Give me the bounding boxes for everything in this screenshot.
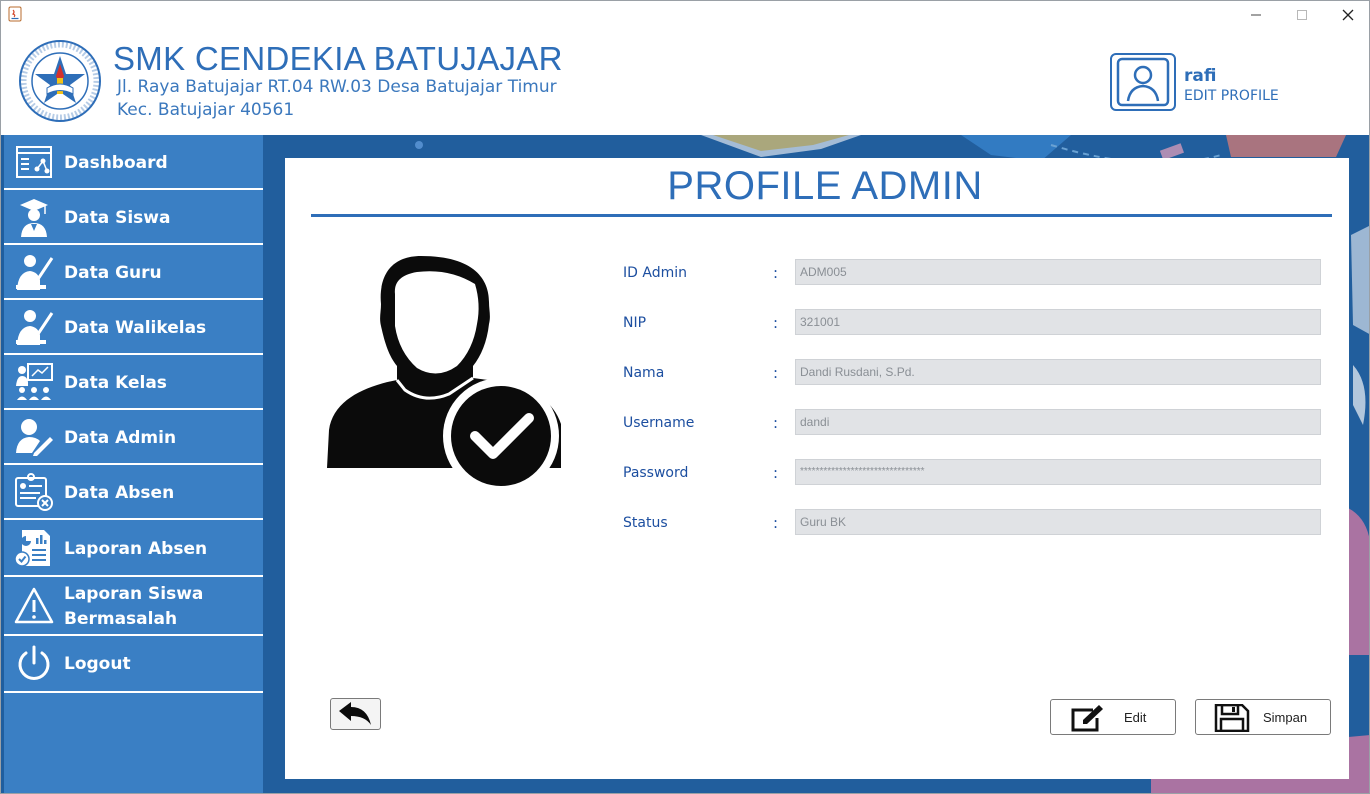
verified-user-icon — [327, 256, 561, 490]
username-field[interactable]: dandi — [795, 409, 1321, 435]
id-admin-field[interactable]: ADM005 — [795, 259, 1321, 285]
teacher-icon — [16, 255, 54, 290]
nama-label: Nama — [623, 365, 665, 381]
title-bar — [1, 1, 1369, 31]
field-colon: : — [773, 464, 779, 482]
field-colon: : — [773, 314, 779, 332]
sidebar-item-laporan-siswa-bermasalah[interactable]: Laporan Siswa Bermasalah — [4, 577, 263, 636]
sidebar-item-data-walikelas[interactable]: Data Walikelas — [4, 300, 263, 355]
profile-username: rafi — [1184, 66, 1217, 86]
save-button-label: Simpan — [1263, 710, 1308, 725]
attendance-icon — [15, 473, 53, 511]
status-label: Status — [623, 515, 668, 531]
warning-icon — [14, 587, 54, 624]
student-icon — [20, 199, 48, 237]
field-colon: : — [773, 514, 779, 532]
close-button[interactable] — [1325, 1, 1369, 29]
password-field[interactable]: ******************************** — [795, 459, 1321, 485]
status-field[interactable]: Guru BK — [795, 509, 1321, 535]
sidebar-item-label: Dashboard — [64, 153, 168, 173]
nip-field[interactable]: 321001 — [795, 309, 1321, 335]
nip-label: NIP — [623, 315, 647, 331]
title-divider — [311, 214, 1332, 217]
minimize-icon — [1251, 14, 1261, 16]
field-colon: : — [773, 264, 779, 282]
edit-button-label: Edit — [1124, 710, 1147, 725]
id-admin-label: ID Admin — [623, 265, 687, 281]
sidebar-item-label: Data Kelas — [64, 373, 167, 393]
maximize-button[interactable] — [1279, 1, 1325, 29]
sidebar-item-data-siswa[interactable]: Data Siswa — [4, 190, 263, 245]
classroom-icon — [16, 363, 53, 400]
back-arrow-icon — [338, 702, 371, 725]
power-icon — [18, 645, 50, 680]
sidebar-item-dashboard[interactable]: Dashboard — [4, 135, 263, 190]
school-address-line1: Jl. Raya Batujajar RT.04 RW.03 Desa Batu… — [117, 77, 557, 97]
edit-icon — [1071, 705, 1103, 732]
sidebar-item-data-admin[interactable]: Data Admin — [4, 410, 263, 465]
sidebar-item-label: Logout — [64, 654, 131, 674]
school-name: SMK CENDEKIA BATUJAJAR — [113, 40, 563, 77]
sidebar-item-laporan-absen[interactable]: Laporan Absen — [4, 520, 263, 577]
username-label: Username — [623, 415, 695, 431]
sidebar-item-label-line2: Bermasalah — [64, 609, 178, 629]
sidebar-item-data-kelas[interactable]: Data Kelas — [4, 355, 263, 410]
app-window: SMK CENDEKIA BATUJAJAR Jl. Raya Batujaja… — [0, 0, 1370, 794]
edit-button[interactable]: Edit — [1050, 699, 1176, 735]
admin-edit-icon — [16, 419, 53, 456]
app-header: SMK CENDEKIA BATUJAJAR Jl. Raya Batujaja… — [1, 31, 1369, 135]
close-icon — [1342, 9, 1354, 21]
back-button[interactable] — [330, 698, 381, 730]
field-colon: : — [773, 364, 779, 382]
report-icon — [14, 530, 50, 567]
sidebar-item-label: Data Guru — [64, 263, 162, 283]
profile-avatar-button[interactable] — [1110, 53, 1176, 111]
sidebar-item-data-guru[interactable]: Data Guru — [4, 245, 263, 300]
page-title: PROFILE ADMIN — [667, 164, 983, 208]
sidebar-item-label: Laporan Siswa Bermasalah — [64, 582, 203, 632]
sidebar-item-label: Data Walikelas — [64, 318, 207, 338]
dashboard-icon — [16, 146, 52, 178]
nama-field[interactable]: Dandi Rusdani, S.Pd. — [795, 359, 1321, 385]
password-label: Password — [623, 465, 689, 481]
edit-profile-link[interactable]: EDIT PROFILE — [1184, 88, 1279, 104]
java-app-icon — [8, 6, 22, 22]
field-colon: : — [773, 414, 779, 432]
sidebar-item-label: Data Admin — [64, 428, 177, 448]
user-icon — [1116, 57, 1170, 107]
school-address-line2: Kec. Batujajar 40561 — [117, 100, 295, 120]
minimize-button[interactable] — [1233, 1, 1279, 29]
sidebar-item-label: Laporan Absen — [64, 539, 208, 559]
save-button[interactable]: Simpan — [1195, 699, 1331, 735]
sidebar-item-data-absen[interactable]: Data Absen — [4, 465, 263, 520]
school-seal-logo — [19, 40, 101, 122]
sidebar-item-label: Data Absen — [64, 483, 175, 503]
sidebar-item-logout[interactable]: Logout — [4, 636, 263, 693]
sidebar-item-label: Data Siswa — [64, 208, 171, 228]
homeroom-teacher-icon — [16, 310, 54, 345]
sidebar-nav: Dashboard Data Siswa Data Guru Data Wali… — [4, 135, 263, 793]
sidebar-item-label-line1: Laporan Siswa — [64, 584, 204, 604]
profile-panel: PROFILE ADMIN ID Admin : ADM005 NIP : 32… — [285, 158, 1349, 779]
maximize-icon — [1297, 10, 1307, 20]
save-disk-icon — [1214, 704, 1250, 732]
